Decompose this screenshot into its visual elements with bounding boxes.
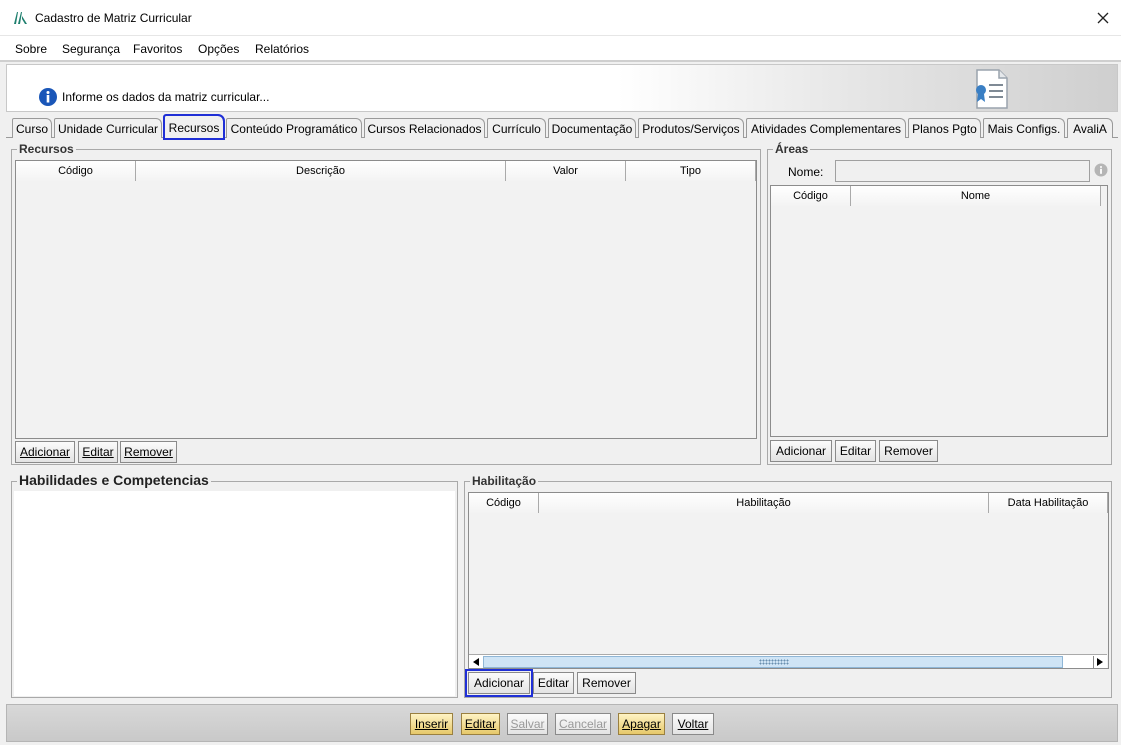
habilitacao-remove-button[interactable]: Remover xyxy=(577,672,636,694)
tab-planos-pgto[interactable]: Planos Pgto xyxy=(908,118,981,138)
areas-edit-button[interactable]: Editar xyxy=(835,440,876,462)
tab-strip: Curso Unidade Curricular Recursos Conteú… xyxy=(6,114,1118,140)
tab-produtos-servicos[interactable]: Produtos/Serviços xyxy=(638,118,744,138)
tab-unidade-curricular[interactable]: Unidade Curricular xyxy=(54,118,162,138)
recursos-group: Recursos Código Descrição Valor Tipo Adi… xyxy=(11,142,761,465)
certificate-icon xyxy=(971,68,1011,110)
areas-name-input[interactable] xyxy=(835,160,1090,182)
habilitacao-add-button[interactable]: Adicionar xyxy=(465,669,533,697)
info-banner: Informe os dados da matriz curricular... xyxy=(6,64,1118,112)
tab-atividades-complementares[interactable]: Atividades Complementares xyxy=(746,118,906,138)
scroll-right-arrow[interactable] xyxy=(1093,656,1105,668)
recursos-remove-button[interactable]: Remover xyxy=(120,441,177,463)
scroll-thumb[interactable] xyxy=(483,656,1063,668)
habilitacao-table-header: Código Habilitação Data Habilitação xyxy=(469,493,1108,513)
action-bar: Inserir Editar Salvar Cancelar Apagar Vo… xyxy=(6,704,1118,742)
close-button[interactable] xyxy=(1090,6,1116,30)
habilitacao-table[interactable]: Código Habilitação Data Habilitação xyxy=(468,492,1109,669)
menu-seguranca[interactable]: Segurança xyxy=(62,42,120,56)
window-title: Cadastro de Matriz Curricular xyxy=(35,11,192,25)
areas-table-header: Código Nome xyxy=(771,186,1101,206)
recursos-edit-button[interactable]: Editar xyxy=(78,441,118,463)
tab-mais-configs[interactable]: Mais Configs. xyxy=(983,118,1065,138)
menu-bar: Sobre Segurança Favoritos Opções Relatór… xyxy=(0,36,1121,62)
app-logo-icon xyxy=(13,10,29,26)
areas-name-label: Nome: xyxy=(788,165,824,179)
habilitacao-title: Habilitação xyxy=(470,474,539,488)
col-codigo[interactable]: Código xyxy=(469,493,539,513)
recursos-add-button[interactable]: Adicionar xyxy=(15,441,75,463)
tab-conteudo-programatico[interactable]: Conteúdo Programático xyxy=(226,118,362,138)
tab-cursos-relacionados[interactable]: Cursos Relacionados xyxy=(364,118,485,138)
habilitacao-edit-button[interactable]: Editar xyxy=(533,672,574,694)
habilitacao-horizontal-scrollbar[interactable] xyxy=(469,654,1107,668)
areas-info-icon[interactable] xyxy=(1094,163,1108,177)
col-nome[interactable]: Nome xyxy=(851,186,1101,206)
col-habilitacao[interactable]: Habilitação xyxy=(539,493,989,513)
tab-avalia[interactable]: AvaliA xyxy=(1067,118,1113,138)
banner-text: Informe os dados da matriz curricular... xyxy=(62,90,270,104)
menu-sobre[interactable]: Sobre xyxy=(15,42,47,56)
delete-button[interactable]: Apagar xyxy=(618,713,665,735)
insert-button[interactable]: Inserir xyxy=(410,713,453,735)
recursos-table-header: Código Descrição Valor Tipo xyxy=(16,161,756,181)
save-button[interactable]: Salvar xyxy=(507,713,548,735)
scroll-grip xyxy=(759,659,789,665)
col-codigo[interactable]: Código xyxy=(16,161,136,181)
edit-button[interactable]: Editar xyxy=(461,713,500,735)
col-tipo[interactable]: Tipo xyxy=(626,161,756,181)
close-icon xyxy=(1097,12,1109,24)
menu-opcoes[interactable]: Opções xyxy=(198,42,239,56)
recursos-table[interactable]: Código Descrição Valor Tipo xyxy=(15,160,757,439)
col-descricao[interactable]: Descrição xyxy=(136,161,506,181)
areas-remove-button[interactable]: Remover xyxy=(879,440,938,462)
menu-relatorios[interactable]: Relatórios xyxy=(255,42,309,56)
areas-table[interactable]: Código Nome xyxy=(770,185,1108,437)
col-data-habilitacao[interactable]: Data Habilitação xyxy=(989,493,1108,513)
scroll-left-arrow[interactable] xyxy=(470,656,482,668)
info-icon xyxy=(38,87,58,107)
habilidades-title: Habilidades e Competencias xyxy=(17,472,211,488)
habilidades-textarea[interactable] xyxy=(14,491,455,696)
areas-add-button[interactable]: Adicionar xyxy=(770,440,832,462)
tab-curriculo[interactable]: Currículo xyxy=(487,118,546,138)
menu-favoritos[interactable]: Favoritos xyxy=(133,42,182,56)
areas-group: Áreas Nome: Código Nome Adicionar Editar… xyxy=(767,142,1112,465)
tab-documentacao[interactable]: Documentação xyxy=(548,118,636,138)
col-valor[interactable]: Valor xyxy=(506,161,626,181)
recursos-title: Recursos xyxy=(17,142,76,156)
arrow-right-icon xyxy=(1096,658,1103,666)
tab-recursos[interactable]: Recursos xyxy=(163,114,225,140)
areas-title: Áreas xyxy=(773,142,811,156)
arrow-left-icon xyxy=(473,658,479,666)
title-bar: Cadastro de Matriz Curricular xyxy=(0,0,1121,36)
back-button[interactable]: Voltar xyxy=(672,713,714,735)
col-codigo[interactable]: Código xyxy=(771,186,851,206)
habilidades-group: Habilidades e Competencias xyxy=(11,472,458,698)
tab-curso[interactable]: Curso xyxy=(12,118,52,138)
cancel-button[interactable]: Cancelar xyxy=(555,713,611,735)
